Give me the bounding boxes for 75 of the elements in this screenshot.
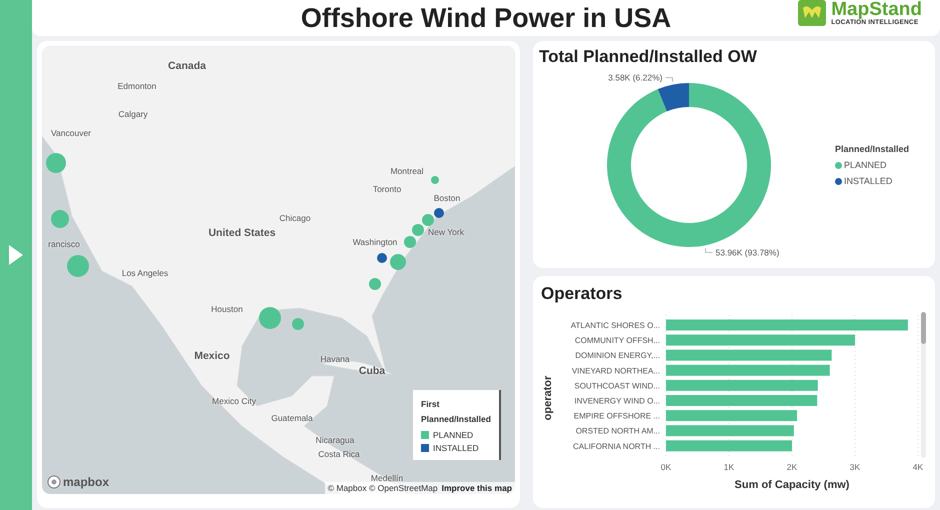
city-label: rancisco bbox=[48, 239, 80, 249]
bar[interactable] bbox=[666, 425, 794, 436]
category-label: EMPIRE OFFSHORE ... bbox=[574, 412, 660, 421]
bar[interactable] bbox=[666, 440, 792, 452]
country-label: United States bbox=[208, 227, 276, 239]
bar[interactable] bbox=[666, 380, 818, 391]
bar[interactable] bbox=[666, 334, 855, 346]
category-label: CALIFORNIA NORTH ... bbox=[573, 442, 660, 451]
legend-title: Planned/Installed bbox=[835, 144, 910, 154]
slice-label: 53.96K (93.78%) bbox=[716, 247, 780, 258]
city-label: Vancouver bbox=[51, 128, 91, 138]
axis-tick-label: 1K bbox=[724, 462, 734, 472]
scrollbar-drawing[interactable] bbox=[921, 312, 926, 458]
city-label: Edmonton bbox=[118, 81, 156, 91]
logo-name: MapStand bbox=[831, 0, 922, 19]
country-label: Mexico bbox=[194, 350, 230, 362]
city-label: New York bbox=[428, 227, 464, 237]
attribution-text: © Mapbox © OpenStreetMap bbox=[328, 483, 438, 493]
axis-tick-label: 4K bbox=[912, 462, 924, 472]
card-title: Total Planned/Installed OW bbox=[539, 47, 758, 67]
legend-label: INSTALLED bbox=[433, 443, 479, 453]
city-label: Calgary bbox=[118, 109, 148, 119]
axis-title: operator bbox=[542, 376, 554, 420]
city-label: Nicaragua bbox=[316, 435, 354, 445]
bar[interactable] bbox=[666, 350, 832, 361]
city-label: Mexico City bbox=[212, 396, 256, 406]
country-label: Cuba bbox=[358, 365, 386, 377]
city-label: Chicago bbox=[279, 213, 311, 223]
legend-title: First Planned/Installed bbox=[421, 398, 491, 426]
map-marker[interactable] bbox=[46, 153, 66, 173]
city-label: Medellín bbox=[370, 473, 404, 483]
map-marker[interactable] bbox=[259, 307, 281, 329]
category-label: ORSTED NORTH AM... bbox=[576, 426, 660, 436]
city-label: Washington bbox=[352, 237, 398, 247]
map-marker[interactable] bbox=[51, 210, 69, 228]
category-label: DOMINION ENERGY,... bbox=[575, 351, 660, 360]
legend-label: PLANNED bbox=[433, 430, 474, 440]
axis-tick-label: 0K bbox=[660, 462, 672, 472]
city-label: Guatemala bbox=[271, 413, 313, 423]
city-label: Los Angeles bbox=[122, 268, 168, 278]
bar[interactable] bbox=[666, 364, 830, 376]
category-label: INVENERGY WIND O... bbox=[574, 396, 660, 406]
donut-slice[interactable] bbox=[658, 83, 689, 112]
legend-label: PLANNED bbox=[844, 160, 887, 170]
leader-line bbox=[665, 77, 673, 82]
city-label: Toronto bbox=[372, 184, 402, 194]
category-label: VINEYARD NORTHEA... bbox=[572, 366, 660, 376]
category-label: ATLANTIC SHORES O... bbox=[570, 321, 660, 330]
axis-title: Sum of Capacity (mw) bbox=[734, 479, 850, 491]
dashboard-title: Offshore Wind Power in USA bbox=[300, 2, 672, 34]
mapbox-logo-text: mapbox bbox=[63, 475, 110, 489]
bar[interactable] bbox=[666, 410, 798, 422]
bar[interactable] bbox=[666, 395, 818, 406]
card-title: Operators bbox=[541, 284, 624, 304]
donut-slice[interactable] bbox=[607, 83, 771, 247]
map-marker[interactable] bbox=[292, 318, 304, 330]
city-label: Havana bbox=[320, 354, 350, 364]
slice-label: 3.58K (6.22%) bbox=[608, 72, 662, 83]
city-label: Houston bbox=[211, 304, 243, 314]
logo-icon bbox=[798, 0, 826, 26]
improve-map-link[interactable]: Improve this map bbox=[442, 483, 512, 493]
country-label: Canada bbox=[168, 60, 206, 72]
mapbox-logo-icon bbox=[47, 475, 61, 489]
map-marker[interactable] bbox=[67, 255, 89, 277]
category-label: SOUTHCOAST WIND... bbox=[574, 381, 660, 390]
leader-line bbox=[705, 248, 713, 253]
city-label: Costa Rica bbox=[318, 449, 360, 459]
axis-tick-label: 2K bbox=[786, 462, 798, 472]
play-icon[interactable] bbox=[8, 244, 24, 266]
bar[interactable] bbox=[666, 320, 908, 330]
legend-label: INSTALLED bbox=[844, 176, 892, 186]
category-label: COMMUNITY OFFSH... bbox=[574, 336, 660, 346]
city-label: Boston bbox=[434, 193, 460, 203]
city-label: Montreal bbox=[390, 166, 424, 176]
axis-tick-label: 3K bbox=[850, 462, 860, 472]
